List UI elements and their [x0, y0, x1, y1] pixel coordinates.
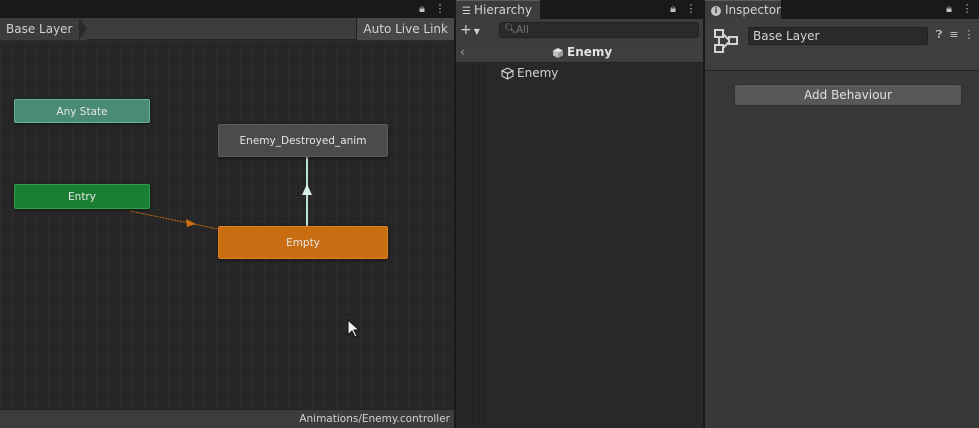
prefab-title: Enemy	[552, 41, 612, 63]
controller-path: Animations/Enemy.controller	[299, 413, 450, 425]
empty-default-state-node[interactable]: Empty	[218, 226, 388, 259]
more-options-icon[interactable]: ⋮	[433, 1, 447, 17]
transitions-layer	[129, 157, 312, 230]
hierarchy-panel: ☰Hierarchy 🔒︎ ⋮ +▼ 🔍︎ ‹ Enemy Enemy	[456, 0, 703, 428]
mouse-cursor-icon	[347, 319, 361, 338]
lock-icon[interactable]: 🔒︎	[666, 1, 680, 17]
hierarchy-search[interactable]: 🔍︎	[499, 22, 699, 38]
list-item-label: Enemy	[517, 66, 559, 80]
hierarchy-toolbar: + ▼ 🔍︎	[456, 19, 703, 41]
add-behaviour-button[interactable]: Add Behaviour	[734, 84, 962, 106]
list-icon: ☰	[462, 6, 471, 17]
tab-hierarchy-label: Hierarchy	[473, 3, 532, 17]
entry-transition-line[interactable]	[129, 210, 219, 230]
help-icon[interactable]: ❓︎	[933, 27, 945, 43]
inspector-panel: i Inspector 🔒︎ ⋮ Base Layer ❓︎ ≡ ⋮ Add Be…	[705, 0, 979, 428]
create-dropdown-button[interactable]: + ▼	[460, 21, 488, 39]
lock-icon[interactable]: 🔒︎	[942, 1, 956, 17]
enemy-destroyed-anim-state-node[interactable]: Enemy_Destroyed_anim	[218, 124, 388, 157]
tab-inspector[interactable]: i Inspector	[705, 0, 781, 19]
auto-live-link-button[interactable]: Auto Live Link	[356, 18, 454, 40]
breadcrumb[interactable]: Base Layer	[0, 18, 87, 40]
state-machine-icon	[714, 29, 738, 53]
state-transition-arrow	[302, 184, 312, 195]
back-chevron-icon[interactable]: ‹	[460, 41, 465, 63]
plus-icon: +	[460, 22, 472, 38]
inspector-tabstrip: i Inspector 🔒︎ ⋮	[705, 0, 979, 19]
animator-toolbar: Base Layer Auto Live Link	[0, 18, 454, 40]
entry-node[interactable]: Entry	[14, 184, 150, 209]
gameobject-cube-icon	[501, 67, 514, 80]
prefab-cube-icon	[553, 47, 563, 58]
hierarchy-tabstrip: ☰ Hierarchy 🔒︎ ⋮	[456, 0, 703, 19]
more-options-icon[interactable]: ⋮	[960, 1, 974, 17]
lock-icon[interactable]: 🔒︎	[415, 1, 429, 17]
breadcrumb-chevron-icon	[78, 18, 87, 40]
prefab-title-label: Enemy	[567, 45, 613, 59]
tab-inspector-label: Inspector	[725, 3, 781, 17]
dropdown-arrow-icon: ▼	[473, 27, 480, 36]
more-options-icon[interactable]: ⋮	[684, 1, 698, 17]
search-input[interactable]	[516, 23, 694, 37]
tab-hierarchy[interactable]: ☰ Hierarchy	[456, 0, 540, 19]
prefab-header: ‹ Enemy	[456, 41, 703, 63]
search-icon: 🔍︎	[504, 24, 517, 35]
more-options-icon[interactable]: ⋮	[963, 27, 975, 43]
animator-footer: Animations/Enemy.controller	[0, 409, 454, 428]
settings-sliders-icon[interactable]: ≡	[948, 27, 960, 43]
entry-transition-arrow	[186, 219, 196, 227]
hierarchy-gutter	[456, 64, 487, 428]
list-item[interactable]: Enemy	[487, 64, 703, 82]
animator-panel: 🔒︎ ⋮ Base Layer Auto Live Link Any State…	[0, 0, 454, 428]
layer-name-field[interactable]: Base Layer	[748, 27, 928, 45]
info-icon: i	[711, 5, 721, 16]
state-machine-graph[interactable]: Any State Entry Enemy_Destroyed_anim Emp…	[0, 41, 454, 409]
breadcrumb-label: Base Layer	[6, 22, 73, 36]
animator-tabstrip: 🔒︎ ⋮	[0, 0, 454, 18]
any-state-node[interactable]: Any State	[14, 99, 150, 123]
inspector-header: Base Layer ❓︎ ≡ ⋮	[705, 19, 979, 71]
